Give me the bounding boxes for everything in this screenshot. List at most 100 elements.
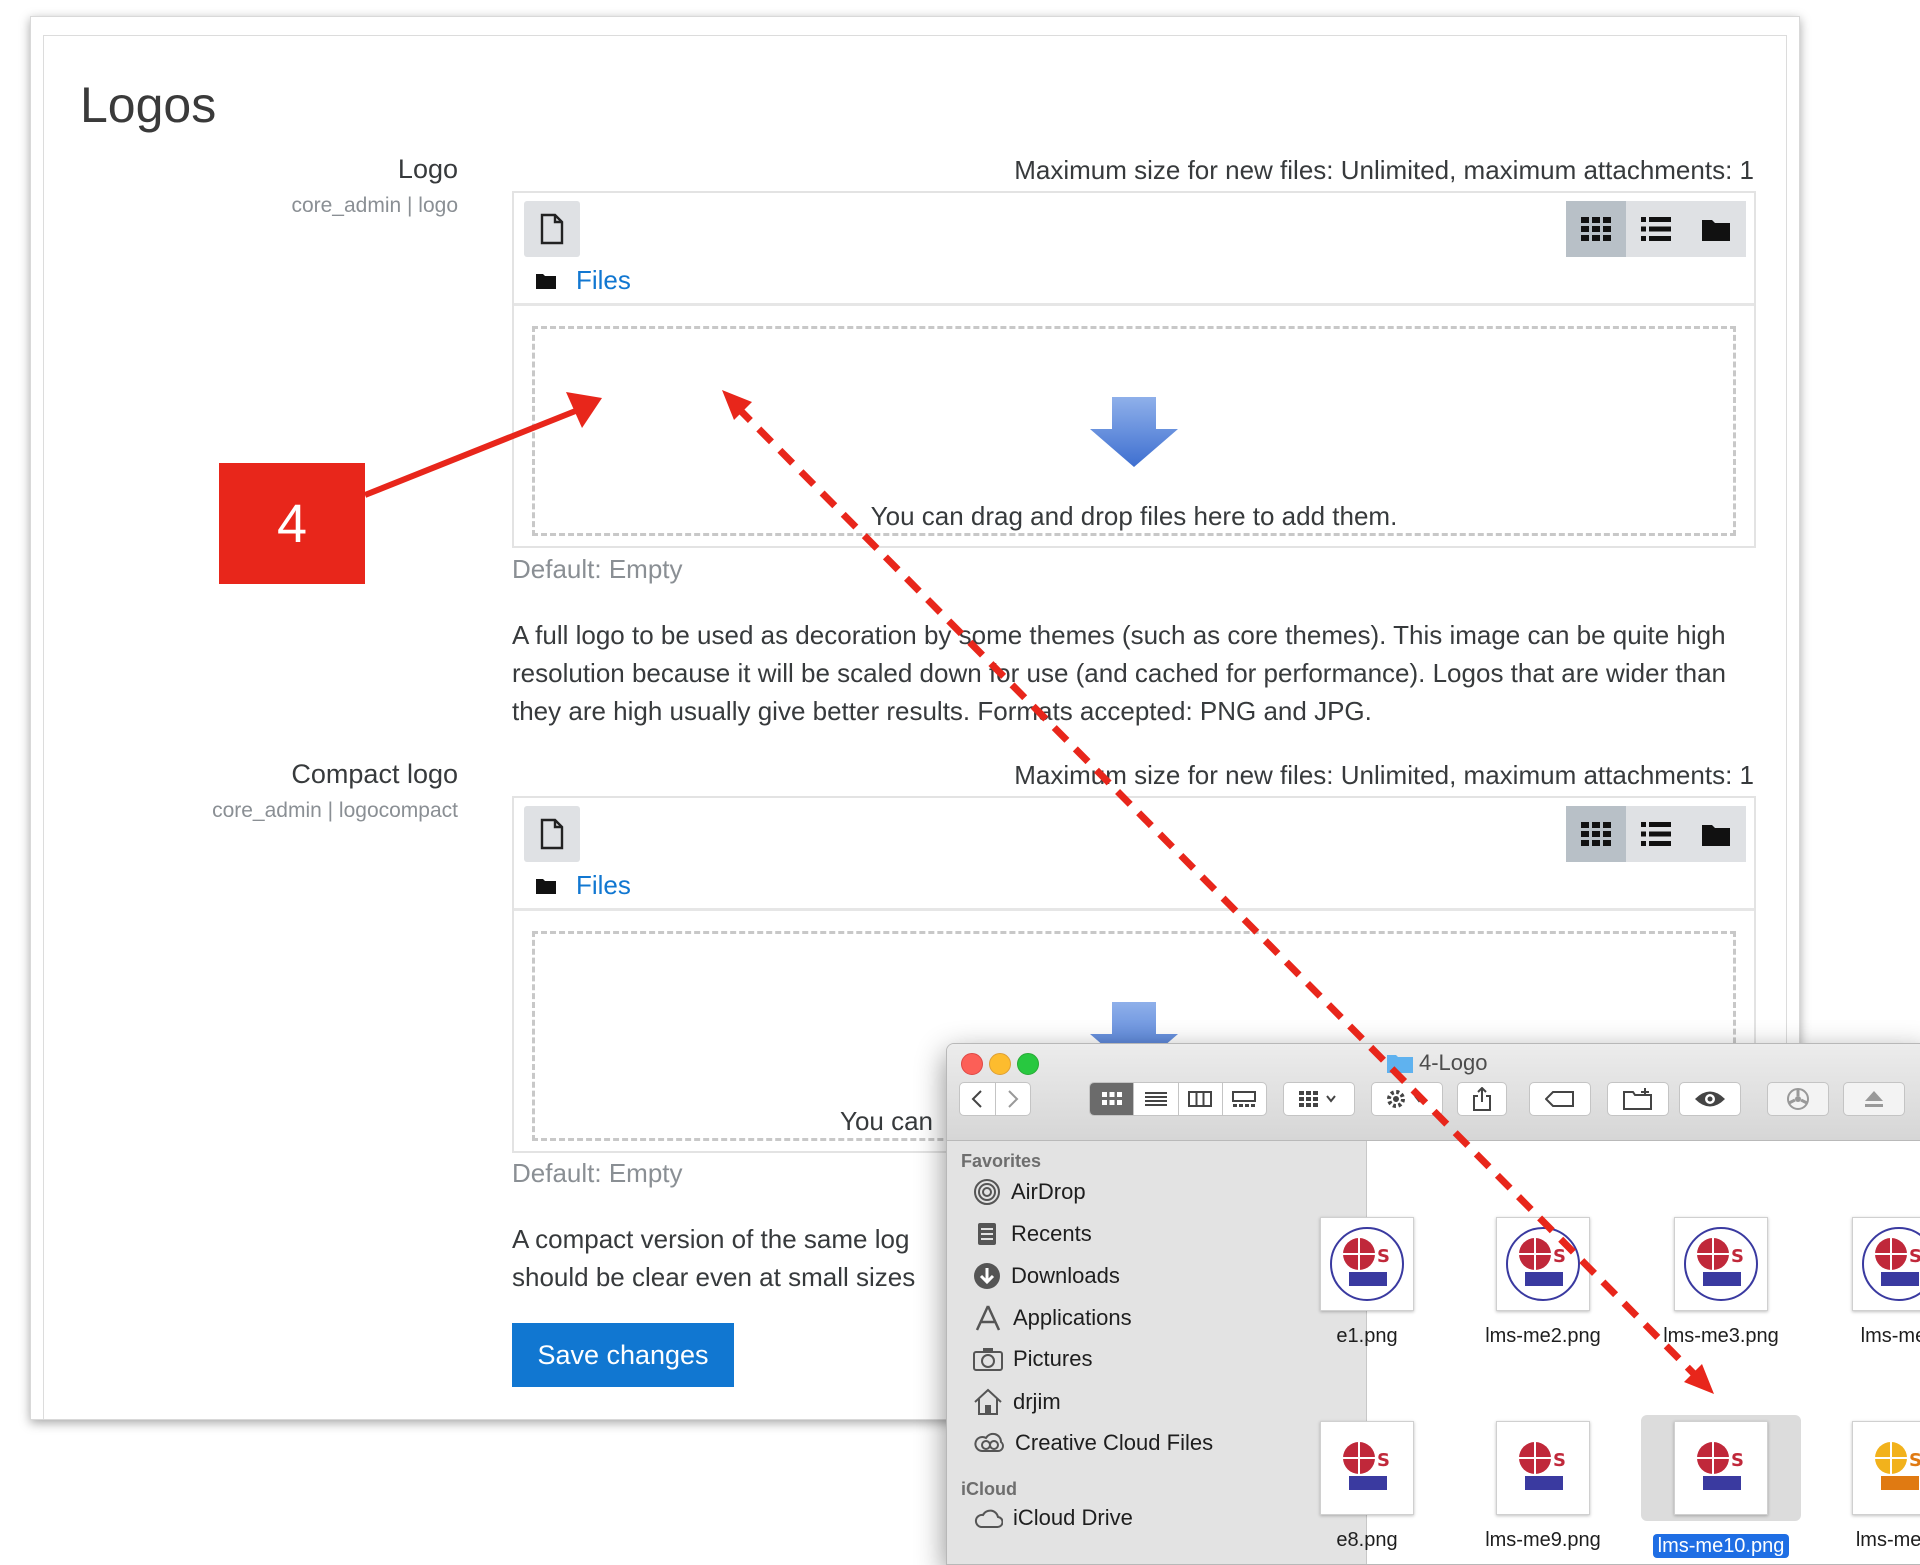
back-button[interactable] [960,1083,996,1115]
sidebar-item-recents[interactable]: Recents [973,1220,1092,1248]
svg-text:S: S [1553,1450,1566,1471]
sidebar-item-drjim[interactable]: drjim [973,1388,1061,1416]
icon-view-icon [1101,1092,1122,1105]
file-item[interactable]: S lms-me3.png [1641,1217,1801,1348]
file-item-selected[interactable]: S lms-me10.png [1641,1415,1801,1558]
sidebar-item-applications[interactable]: Applications [973,1304,1132,1332]
sidebar-item-airdrop[interactable]: AirDrop [973,1178,1086,1206]
file-name: lms-me3.png [1663,1325,1779,1347]
sidebar-item-icloud-drive[interactable]: iCloud Drive [973,1505,1133,1531]
grid-icon [1581,822,1611,846]
list-icon [1641,822,1671,846]
view-switcher [1566,201,1746,257]
view-switcher [1566,806,1746,862]
eject-button[interactable] [1843,1082,1905,1116]
finder-title: 4-Logo [1387,1050,1488,1076]
logo-thumbnail: S [1320,1421,1414,1515]
view-tree-button[interactable] [1686,806,1746,862]
svg-text:S: S [1731,1246,1744,1267]
sidebar-item-label: Downloads [1011,1263,1120,1288]
lms-logo-icon: S [1519,1442,1566,1490]
lms-logo-icon: S [1343,1442,1390,1490]
group-icon [1299,1091,1336,1107]
logo-thumbnail: S [1674,1421,1768,1515]
file-item[interactable]: S e1.png [1287,1217,1447,1348]
file-name: lms-me10.png [1641,1534,1801,1558]
group-by-button[interactable] [1283,1082,1355,1116]
view-list-button[interactable] [1626,806,1686,862]
close-window-button[interactable] [961,1053,983,1075]
icloud-heading: iCloud [961,1479,1017,1499]
eye-icon [1695,1091,1725,1107]
burn-button[interactable] [1767,1082,1829,1116]
sidebar-item-downloads[interactable]: Downloads [973,1262,1120,1290]
add-file-button[interactable] [524,201,580,257]
tags-button[interactable] [1529,1082,1591,1116]
files-path-link[interactable]: Files [576,265,631,296]
view-icons-button[interactable] [1566,201,1626,257]
share-button[interactable] [1457,1082,1507,1116]
icon-view-button[interactable] [1090,1083,1135,1115]
logo-filepicker-path: Files [536,265,631,296]
finder-title-text: 4-Logo [1419,1050,1488,1075]
finder-file-area: S e1.png S lms-me2.png S lms-me3.png S l… [1320,1141,1920,1564]
logo-filepicker: Files You can drag and drop files here t… [512,191,1756,548]
zoom-window-button[interactable] [1017,1053,1039,1075]
home-icon [974,1388,1002,1415]
file-item[interactable]: S lms-me4 [1819,1217,1920,1348]
view-list-button[interactable] [1626,201,1686,257]
airdrop-icon [974,1179,1000,1205]
action-menu-button[interactable] [1371,1082,1443,1116]
selection-highlight: S [1641,1415,1801,1521]
file-icon [540,213,564,245]
save-changes-button[interactable]: Save changes [512,1323,734,1387]
burn-icon [1787,1088,1809,1110]
camera-icon [973,1348,1003,1371]
logo-description: A full logo to be used as decoration by … [512,620,1727,726]
sidebar-item-label: Pictures [1013,1346,1093,1371]
list-view-button[interactable] [1134,1083,1179,1115]
minimize-window-button[interactable] [989,1053,1011,1075]
new-folder-icon [1623,1088,1652,1110]
column-view-button[interactable] [1179,1083,1223,1115]
files-path-link[interactable]: Files [576,870,631,901]
file-item[interactable]: S lms-me2.png [1463,1217,1623,1348]
file-item[interactable]: S lms-me9.png [1463,1421,1623,1552]
quick-look-button[interactable] [1679,1082,1741,1116]
add-file-button[interactable] [524,806,580,862]
view-mode-buttons [1089,1082,1267,1116]
finder-window: 4-Logo Favorites AirDrop Recents Downloa… [946,1043,1920,1565]
forward-button[interactable] [996,1083,1031,1115]
lms-logo-icon: S [1697,1442,1744,1490]
sidebar-item-pictures[interactable]: Pictures [973,1346,1092,1372]
lms-logo-icon: S [1506,1227,1580,1301]
view-icons-button[interactable] [1566,806,1626,862]
logo-drop-zone[interactable]: You can drag and drop files here to add … [514,306,1754,546]
tag-icon [1545,1091,1574,1107]
chevron-right-icon [1008,1090,1019,1108]
sidebar-item-creative-cloud[interactable]: Creative Cloud Files [973,1430,1213,1456]
file-item[interactable]: S lms-me11 [1819,1421,1920,1552]
logo-filepicker-toolbar: Files [514,193,1754,306]
logo-thumbnail: S [1496,1217,1590,1311]
drop-zone-border: You can drag and drop files here to add … [532,326,1736,536]
folder-icon [536,273,556,289]
logo-thumbnail: S [1496,1421,1590,1515]
gallery-view-button[interactable] [1223,1083,1266,1115]
folder-icon [1702,220,1730,241]
logo-setting-label: Logo [397,154,458,184]
view-tree-button[interactable] [1686,201,1746,257]
lms-logo-icon: S [1875,1442,1920,1490]
lms-logo-icon: S [1330,1227,1404,1301]
file-name: lms-me4 [1860,1325,1920,1347]
logo-default-value: Default: Empty [512,554,683,584]
logo-max-size-info: Maximum size for new files: Unlimited, m… [1014,155,1754,185]
finder-toolbar: 4-Logo [947,1044,1920,1141]
file-item[interactable]: S e8.png [1287,1421,1447,1552]
logo-thumbnail: S [1674,1217,1768,1311]
svg-text:S: S [1553,1246,1566,1267]
list-icon [1641,217,1671,241]
share-icon [1473,1087,1491,1111]
gallery-view-icon [1232,1091,1257,1107]
new-folder-button[interactable] [1607,1082,1669,1116]
